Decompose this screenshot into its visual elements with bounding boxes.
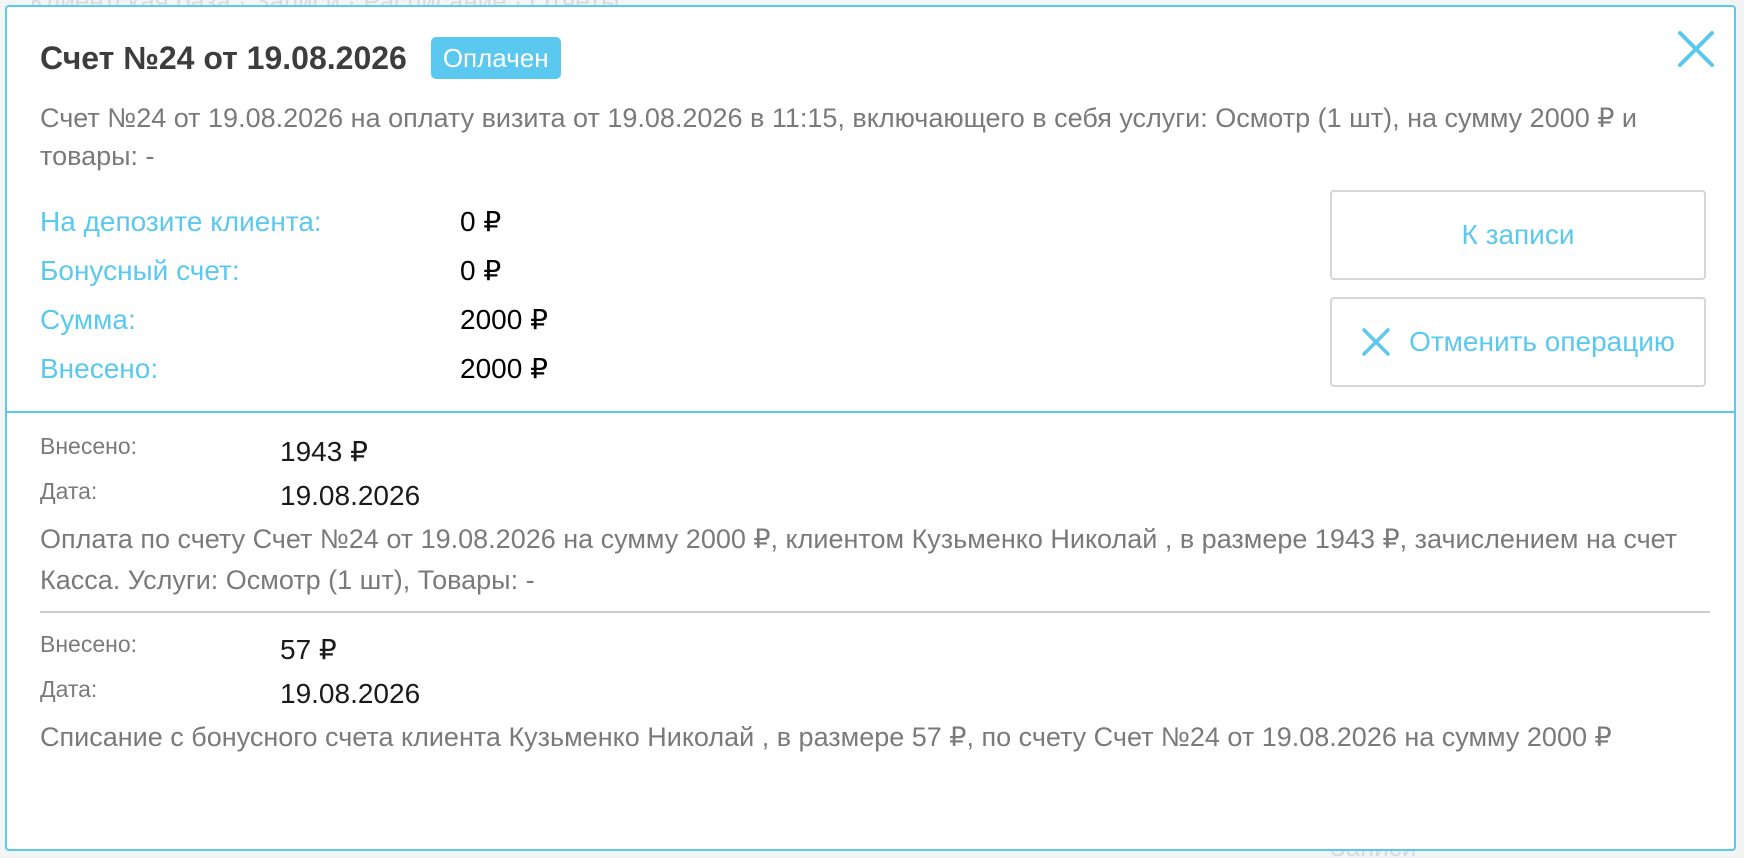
- info-label: На депозите клиента:: [40, 206, 322, 237]
- payment-description: Оплата по счету Счет №24 от 19.08.2026 н…: [40, 524, 1678, 595]
- info-value: 0 ₽: [460, 255, 502, 286]
- info-label: Бонусный счет:: [40, 255, 240, 286]
- payment-date-value: 19.08.2026: [280, 480, 421, 511]
- info-label: Внесено:: [40, 353, 159, 384]
- close-button[interactable]: [1674, 27, 1718, 71]
- payment-divider: [40, 611, 1710, 613]
- payment-date-row: Дата: 19.08.2026: [40, 676, 640, 716]
- info-value: 2000 ₽: [460, 304, 548, 335]
- cancel-operation-button[interactable]: Отменить операцию: [1330, 297, 1706, 387]
- invoice-title: Счет №24 от 19.08.2026: [40, 39, 407, 76]
- payment-paid-label: Внесено:: [40, 433, 138, 459]
- payment-date-label: Дата:: [40, 478, 98, 504]
- payment-paid-row: Внесено: 57 ₽: [40, 631, 640, 671]
- status-badge: Оплачен: [430, 37, 561, 79]
- payment-date-value: 19.08.2026: [280, 678, 421, 709]
- invoice-modal: Счет №24 от 19.08.2026 Оплачен Счет №24 …: [5, 5, 1736, 851]
- x-icon: [1362, 328, 1390, 356]
- invoice-header-section: Счет №24 от 19.08.2026 Оплачен Счет №24 …: [7, 7, 1734, 413]
- info-value: 2000 ₽: [460, 353, 548, 384]
- info-value: 0 ₽: [460, 206, 502, 237]
- to-record-button[interactable]: К записи: [1330, 190, 1706, 280]
- payment-paid-label: Внесено:: [40, 631, 138, 657]
- payment-entry: Внесено: 1943 ₽ Дата: 19.08.2026 Оплата …: [40, 433, 1710, 603]
- to-record-button-label: К записи: [1461, 219, 1575, 250]
- payment-date-label: Дата:: [40, 676, 98, 702]
- invoice-description: Счет №24 от 19.08.2026 на оплату визита …: [40, 103, 1638, 171]
- close-icon: [1678, 31, 1714, 67]
- payment-paid-value: 57 ₽: [280, 634, 337, 665]
- cancel-operation-button-label: Отменить операцию: [1409, 326, 1675, 357]
- payment-description: Списание с бонусного счета клиента Кузьм…: [40, 722, 1612, 752]
- payment-paid-row: Внесено: 1943 ₽: [40, 433, 640, 473]
- title-row: Счет №24 от 19.08.2026 Оплачен: [40, 37, 561, 79]
- payment-date-row: Дата: 19.08.2026: [40, 478, 640, 518]
- payment-entry: Внесено: 57 ₽ Дата: 19.08.2026 Списание …: [40, 631, 1710, 801]
- info-label: Сумма:: [40, 304, 136, 335]
- payment-paid-value: 1943 ₽: [280, 436, 368, 467]
